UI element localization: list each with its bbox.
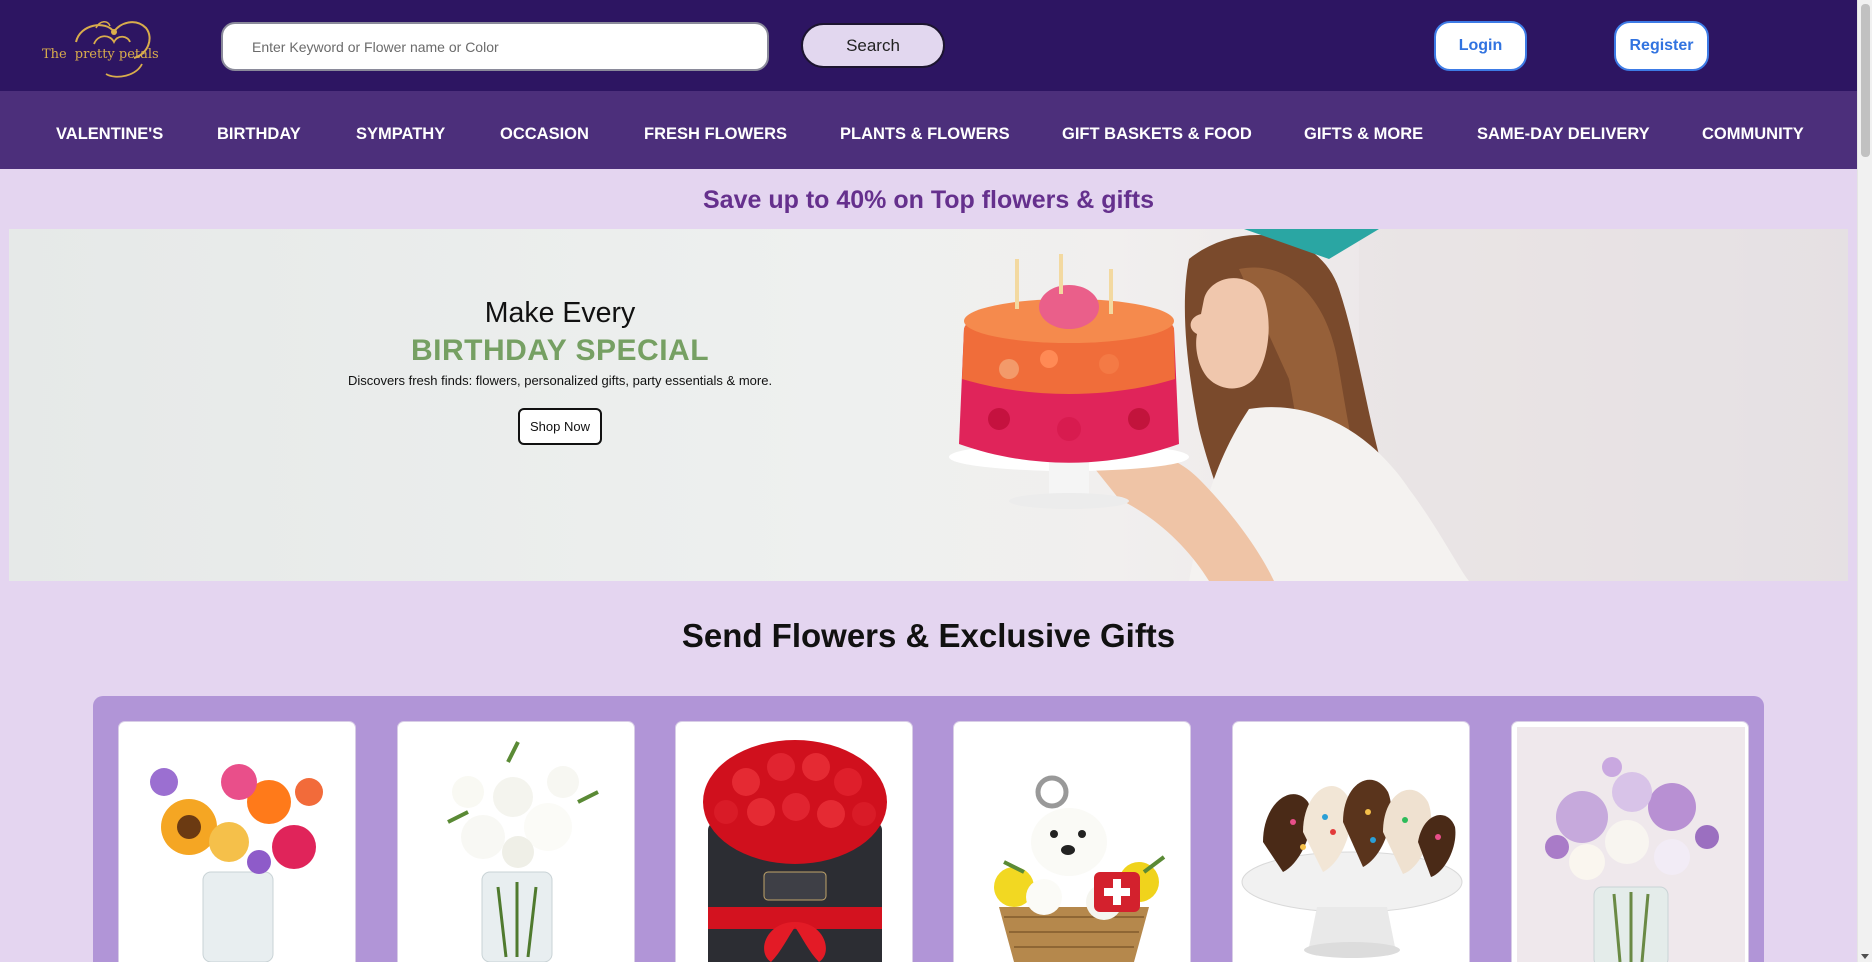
- search-input[interactable]: [221, 22, 769, 71]
- promo-banner: Save up to 40% on Top flowers & gifts: [703, 186, 1154, 214]
- main-nav: VALENTINE'S BIRTHDAY SYMPATHY OCCASION F…: [0, 91, 1857, 169]
- nav-item-gifts-more[interactable]: GIFTS & MORE: [1304, 125, 1423, 144]
- hero-copy: Make Every BIRTHDAY SPECIAL Discovers fr…: [289, 297, 831, 445]
- hero-birthday-photo: [949, 229, 1848, 581]
- product-card[interactable]: [397, 721, 635, 962]
- nav-item-community[interactable]: COMMUNITY: [1702, 125, 1804, 144]
- hero-heading-line1: Make Every: [484, 297, 636, 329]
- product-image: [150, 764, 323, 962]
- product-image: [1241, 779, 1463, 958]
- nav-item-same-day-delivery[interactable]: SAME-DAY DELIVERY: [1477, 125, 1650, 144]
- product-image: [447, 741, 599, 962]
- nav-item-plants-flowers[interactable]: PLANTS & FLOWERS: [840, 125, 1010, 144]
- product-card[interactable]: [1232, 721, 1470, 962]
- nav-item-gift-baskets-food[interactable]: GIFT BASKETS & FOOD: [1062, 125, 1252, 144]
- hero-description: Discovers fresh finds: flowers, personal…: [347, 373, 773, 388]
- top-header: Thepretty petals Search Login Register: [0, 0, 1857, 91]
- product-image: [703, 740, 887, 962]
- hero-banner: Make Every BIRTHDAY SPECIAL Discovers fr…: [9, 229, 1848, 581]
- nav-item-valentines[interactable]: VALENTINE'S: [56, 125, 163, 144]
- shop-now-button[interactable]: Shop Now: [518, 408, 602, 445]
- product-card[interactable]: [675, 721, 913, 962]
- scroll-down-arrow-icon[interactable]: [1861, 954, 1869, 959]
- nav-item-occasion[interactable]: OCCASION: [500, 125, 589, 144]
- product-card[interactable]: [953, 721, 1191, 962]
- brand-logo[interactable]: The pretty petals: [36, 14, 159, 82]
- product-image: [994, 775, 1166, 962]
- register-button[interactable]: Register: [1614, 21, 1709, 71]
- login-button[interactable]: Login: [1434, 21, 1527, 71]
- nav-item-sympathy[interactable]: SYMPATHY: [356, 125, 445, 144]
- nav-item-fresh-flowers[interactable]: FRESH FLOWERS: [644, 125, 787, 144]
- product-carousel: [93, 696, 1764, 962]
- product-card[interactable]: [1511, 721, 1749, 962]
- search-button[interactable]: Search: [801, 23, 945, 68]
- product-card[interactable]: [118, 721, 356, 962]
- section-title: Send Flowers & Exclusive Gifts: [681, 617, 1176, 654]
- scrollbar-thumb[interactable]: [1861, 4, 1870, 157]
- page-scrollbar[interactable]: [1857, 0, 1872, 962]
- product-image: [1517, 727, 1745, 962]
- hero-heading-line2: BIRTHDAY SPECIAL: [410, 334, 710, 367]
- nav-item-birthday[interactable]: BIRTHDAY: [217, 125, 301, 144]
- logo-text: The pretty petals: [42, 47, 159, 62]
